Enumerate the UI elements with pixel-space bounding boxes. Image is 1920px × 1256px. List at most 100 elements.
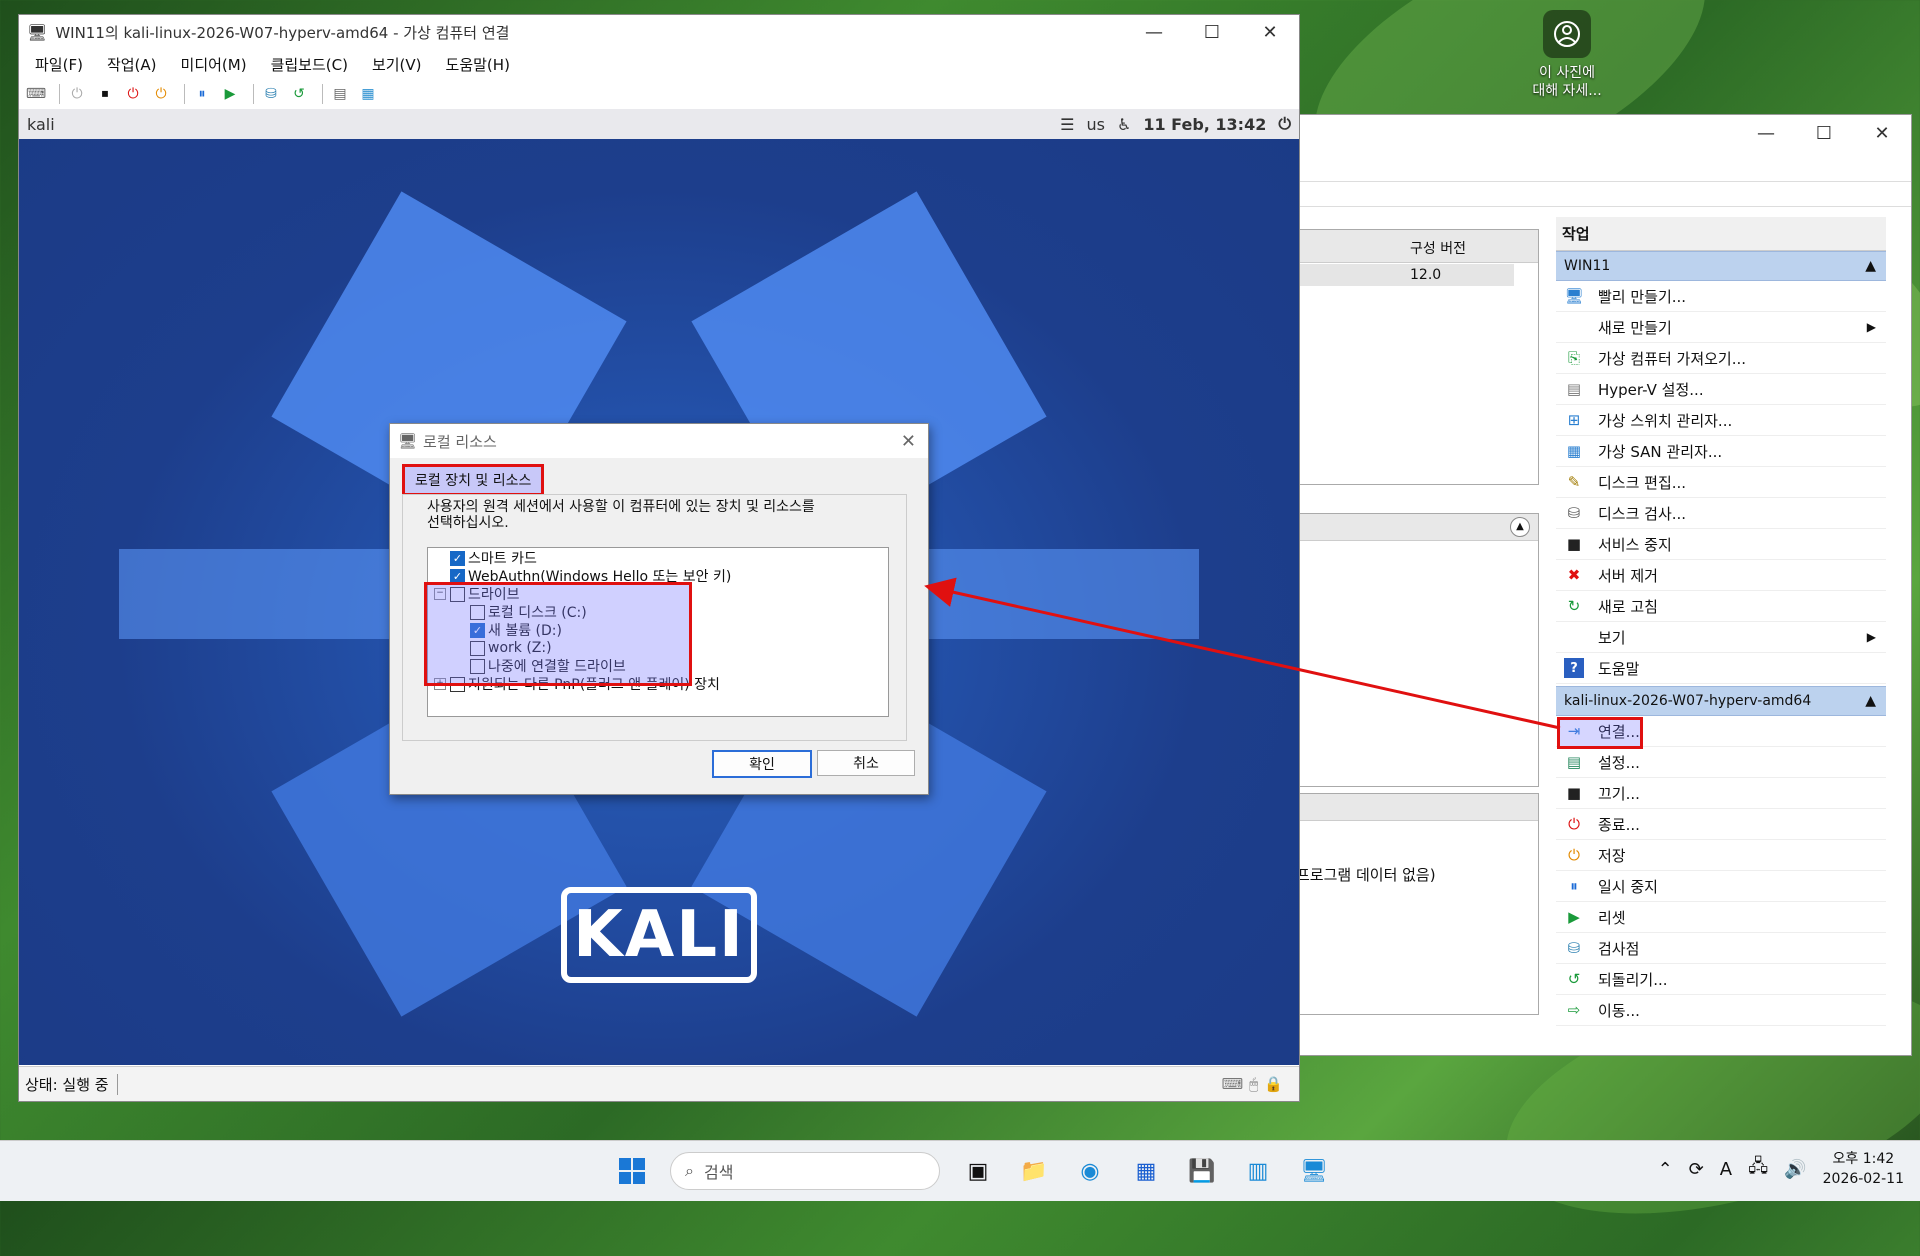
accessibility-icon[interactable]: ♿ (1117, 115, 1131, 134)
menu-lines-icon[interactable]: ☰ (1060, 115, 1074, 134)
cancel-button[interactable]: 취소 (817, 750, 915, 776)
checkbox-checked-icon[interactable]: ✓ (450, 568, 465, 584)
switch-icon: ⊞ (1567, 411, 1581, 429)
checkbox-unchecked-icon[interactable] (450, 586, 465, 602)
tab-local-devices[interactable]: 로컬 장치 및 리소스 (402, 464, 545, 496)
tree-item-drives[interactable]: − 드라이브 (434, 585, 520, 603)
host-action-item[interactable]: 보기 ▶ (1556, 622, 1886, 653)
checkbox-checked-icon[interactable]: ✓ (450, 550, 465, 566)
tree-item-drive-d[interactable]: ✓ 새 볼륨 (D:) (470, 621, 562, 639)
host-action-item[interactable]: ⎘ 가상 컴퓨터 가져오기... (1556, 343, 1886, 374)
taskbar-search[interactable]: ⌕ 검색 (670, 1152, 940, 1190)
ok-button[interactable]: 확인 (712, 750, 812, 778)
volume-icon[interactable]: 🔊 (1784, 1159, 1806, 1180)
host-action-item[interactable]: ✖ 서버 제거 (1556, 560, 1886, 591)
host-action-item[interactable]: ▦ 가상 SAN 관리자... (1556, 436, 1886, 467)
start-disabled-icon[interactable]: ⏻ (66, 83, 88, 105)
host-action-item[interactable]: ✎ 디스크 편집... (1556, 467, 1886, 498)
vm-action-item[interactable]: ⛁ 검사점 (1556, 933, 1886, 964)
enhanced-session-icon[interactable]: ▤ (329, 83, 351, 105)
menu-item[interactable]: 도움말(H) (446, 54, 510, 75)
host-action-item[interactable]: ■ 서비스 중지 (1556, 529, 1886, 560)
menu-item[interactable]: 클립보드(C) (271, 54, 348, 75)
tree-item-pnp[interactable]: + 지원되는 다른 PnP(플러그 앤 플레이) 장치 (434, 675, 720, 693)
checkbox-unchecked-icon[interactable] (470, 604, 485, 620)
maximize-icon[interactable]: ☐ (1183, 22, 1241, 43)
config-version-header[interactable]: 구성 버전 (1410, 238, 1466, 258)
collapse-up-icon[interactable]: ▲ (1510, 517, 1530, 537)
reset-icon[interactable]: ▶ (219, 83, 241, 105)
vm-action-item[interactable]: ⇨ 이동... (1556, 995, 1886, 1026)
vm-action-item[interactable]: ▤ 설정... (1556, 747, 1886, 778)
dialog-close-icon[interactable]: ✕ (901, 431, 916, 452)
tree-item-webauthn[interactable]: ✓ WebAuthn(Windows Hello 또는 보안 키) (450, 567, 731, 585)
vm-action-item[interactable]: ■ 끄기... (1556, 778, 1886, 809)
action-label: 서비스 중지 (1598, 535, 1672, 554)
file-explorer-icon[interactable]: 📁 (1016, 1153, 1052, 1189)
save-icon[interactable]: ⏻ (150, 83, 172, 105)
hyperv-manager-icon[interactable]: ▥ (1240, 1153, 1276, 1189)
revert-icon[interactable]: ↺ (288, 83, 310, 105)
host-section-header[interactable]: WIN11 ▲ (1556, 251, 1886, 281)
vm-action-item[interactable]: ⏻ 종료... (1556, 809, 1886, 840)
shutdown-icon[interactable]: ⏻ (122, 83, 144, 105)
windows-start-icon[interactable] (614, 1153, 650, 1189)
edge-icon[interactable]: ◉ (1072, 1153, 1108, 1189)
vm-action-item[interactable]: ⏸ 일시 중지 (1556, 871, 1886, 902)
clock[interactable]: 오후 1:42 2026-02-11 (1823, 1149, 1904, 1189)
host-action-item[interactable]: ▤ Hyper-V 설정... (1556, 374, 1886, 405)
vm-action-item[interactable]: ↺ 되돌리기... (1556, 964, 1886, 995)
host-action-item[interactable]: ? 도움말 (1556, 653, 1886, 684)
kali-clock[interactable]: 11 Feb, 13:42 (1143, 115, 1266, 134)
host-action-item[interactable]: 새로 만들기 ▶ (1556, 312, 1886, 343)
tree-item-smartcard[interactable]: ✓ 스마트 카드 (450, 549, 537, 567)
menu-item[interactable]: 파일(F) (35, 54, 83, 75)
host-action-item[interactable]: 🖥 빨리 만들기... (1556, 281, 1886, 312)
quick-create-icon: 🖥 (1564, 287, 1584, 305)
checkbox-unchecked-icon[interactable] (470, 658, 485, 674)
vmconnect-icon[interactable]: 🖥 (1296, 1153, 1332, 1189)
host-action-item[interactable]: ⊞ 가상 스위치 관리자... (1556, 405, 1886, 436)
minimize-icon[interactable]: — (1125, 22, 1183, 43)
host-action-item[interactable]: ⛁ 디스크 검사... (1556, 498, 1886, 529)
turn-off-icon[interactable]: ⏹ (94, 83, 116, 105)
expand-tree-icon[interactable]: + (434, 678, 446, 690)
collapse-icon[interactable]: ▲ (1865, 258, 1876, 274)
sync-icon[interactable]: ⟳ (1689, 1159, 1704, 1180)
host-action-item[interactable]: ↻ 새로 고침 (1556, 591, 1886, 622)
keyboard-layout[interactable]: us (1087, 115, 1105, 134)
pause-icon[interactable]: ⏸ (191, 83, 213, 105)
checkbox-checked-icon[interactable]: ✓ (470, 622, 485, 638)
maximize-icon[interactable]: ☐ (1795, 123, 1853, 144)
close-icon[interactable]: ✕ (1853, 123, 1911, 144)
task-view-icon[interactable]: ▣ (960, 1153, 996, 1189)
ime-indicator[interactable]: A (1720, 1159, 1732, 1180)
desktop-spotlight-icon[interactable]: 이 사진에 대해 자세... (1512, 10, 1622, 100)
menu-item[interactable]: 작업(A) (107, 54, 157, 75)
menu-item[interactable]: 보기(V) (372, 54, 422, 75)
share-icon[interactable]: ▦ (357, 83, 379, 105)
collapse-tree-icon[interactable]: − (434, 588, 446, 600)
menu-item[interactable]: 미디어(M) (181, 54, 247, 75)
save-disk-icon[interactable]: 💾 (1184, 1153, 1220, 1189)
tree-item-drive-z[interactable]: work (Z:) (470, 639, 552, 657)
vm-action-item[interactable]: ▶ 리셋 (1556, 902, 1886, 933)
network-icon[interactable]: 🖧 (1748, 1154, 1768, 1184)
power-icon[interactable]: ⏻ (1278, 114, 1291, 134)
checkpoint-icon[interactable]: ⛁ (260, 83, 282, 105)
collapse-icon[interactable]: ▲ (1865, 693, 1876, 709)
vm-action-item[interactable]: ⇥ 연결... (1556, 716, 1886, 749)
tree-item-drive-c[interactable]: 로컬 디스크 (C:) (470, 603, 587, 621)
vm-list-row[interactable]: 12.0 (1292, 264, 1514, 286)
checkbox-unchecked-icon[interactable] (470, 640, 485, 656)
vm-section-header[interactable]: kali-linux-2026-W07-hyperv-amd64 ▲ (1556, 686, 1886, 716)
tree-item-drive-later[interactable]: 나중에 연결할 드라이브 (470, 657, 626, 675)
vm-action-item[interactable]: ⏻ 저장 (1556, 840, 1886, 871)
action-label: 되돌리기... (1598, 970, 1668, 989)
chevron-up-icon[interactable]: ⌃ (1658, 1159, 1673, 1180)
ctrl-alt-del-icon[interactable]: ⌨ (25, 83, 47, 105)
close-icon[interactable]: ✕ (1241, 22, 1299, 43)
store-icon[interactable]: ▦ (1128, 1153, 1164, 1189)
checkbox-unchecked-icon[interactable] (450, 676, 465, 692)
minimize-icon[interactable]: — (1737, 123, 1795, 144)
